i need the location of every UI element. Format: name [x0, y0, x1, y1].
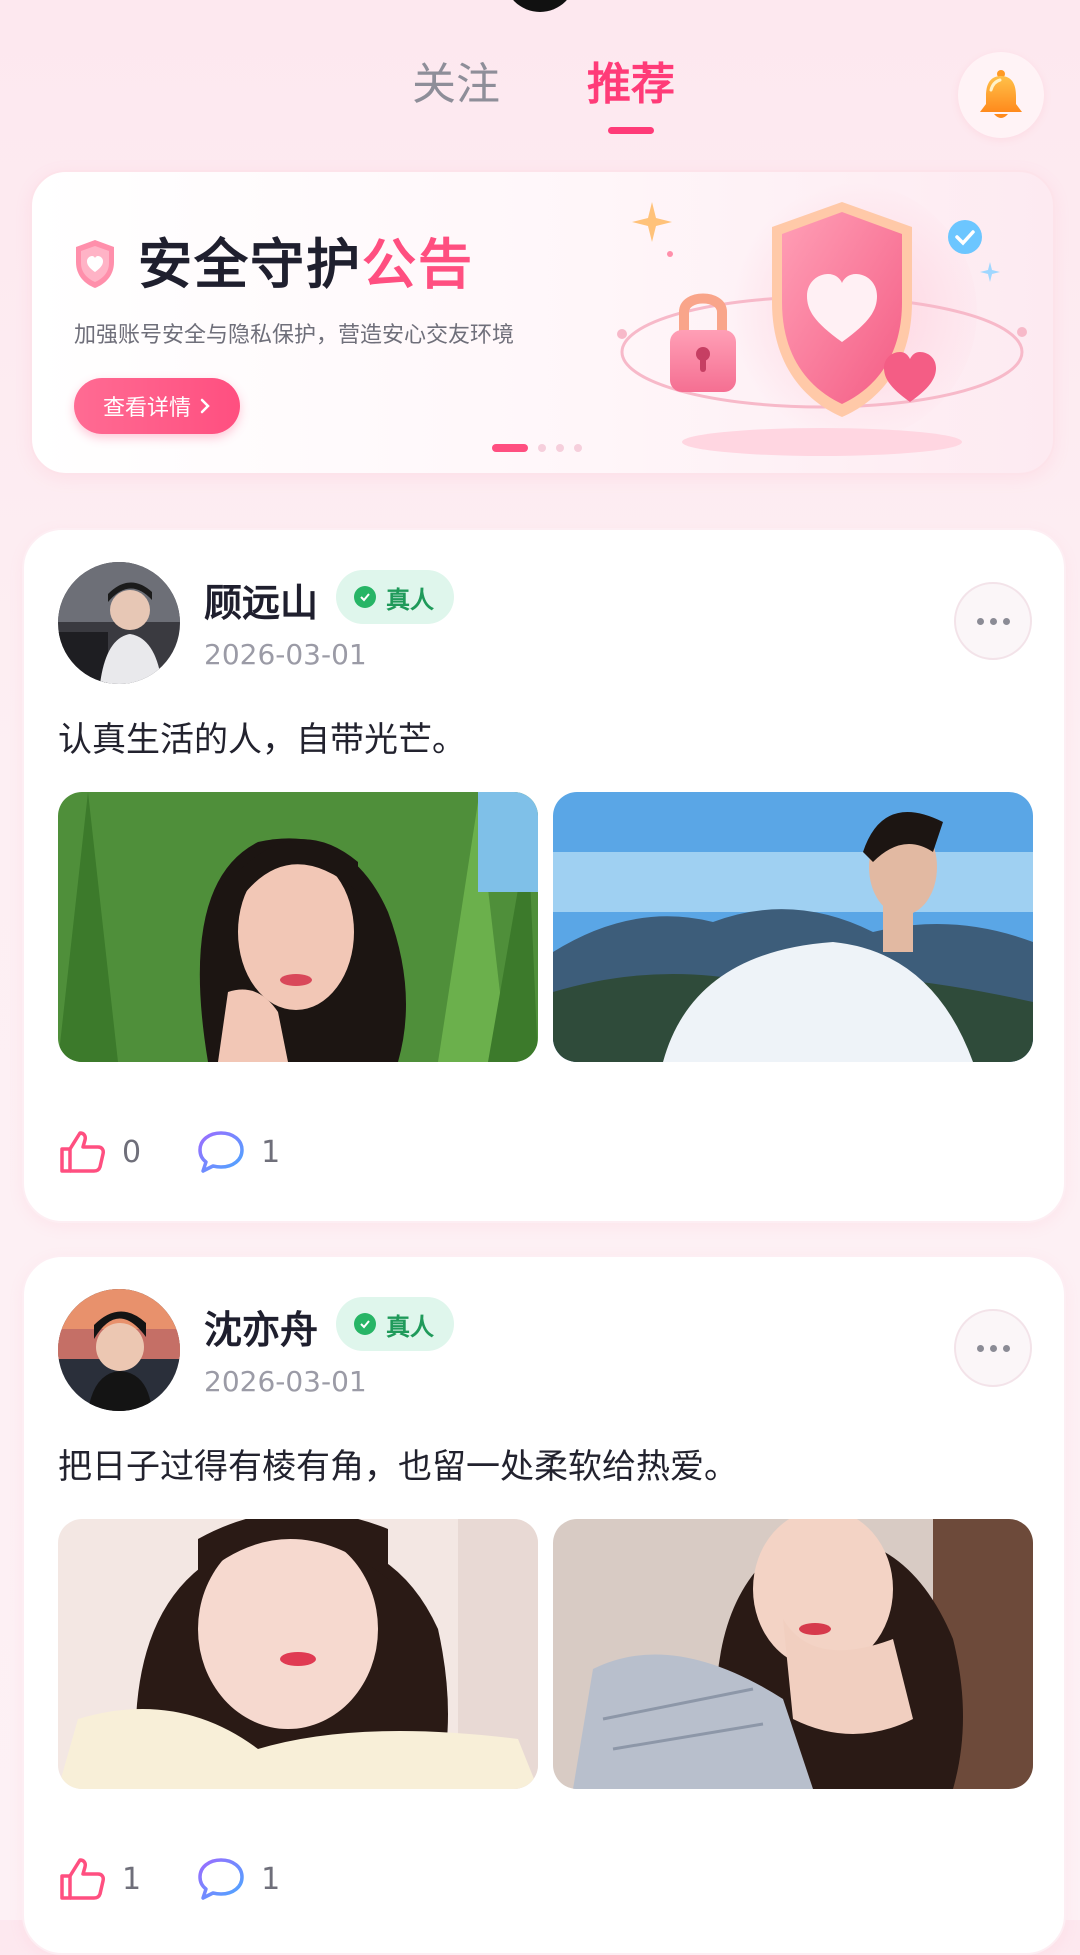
verified-icon	[354, 586, 376, 608]
real-person-badge: 真人	[336, 1297, 454, 1351]
carousel-dot	[574, 444, 582, 452]
post-actions: 0 1	[58, 1120, 336, 1184]
user-name[interactable]: 顾远山	[204, 572, 318, 627]
top-tab-bar: 关注 推荐	[0, 0, 1080, 150]
post-text: 把日子过得有棱有角，也留一处柔软给热爱。	[58, 1447, 738, 1487]
post-photo[interactable]	[553, 1519, 1033, 1789]
post-photo[interactable]	[553, 792, 1033, 1062]
post-photo[interactable]	[58, 792, 538, 1062]
banner-subtitle: 加强账号安全与隐私保护，营造安心交友环境	[74, 323, 515, 348]
tab-recommend[interactable]: 推荐	[587, 55, 675, 115]
post-date: 2026-03-01	[204, 638, 367, 671]
carousel-indicator	[492, 444, 582, 452]
post-card[interactable]: 顾远山 真人 2026-03-01 认真生活的人，自带光芒。 0 1	[22, 528, 1066, 1223]
comment-count: 1	[261, 1861, 281, 1897]
verified-icon	[354, 1313, 376, 1335]
more-options-button[interactable]	[954, 1309, 1032, 1387]
post-photo[interactable]	[58, 1519, 538, 1789]
comment-icon	[198, 1131, 244, 1173]
real-person-badge: 真人	[336, 570, 454, 624]
like-count: 1	[122, 1861, 142, 1897]
user-name[interactable]: 沈亦舟	[204, 1299, 318, 1354]
like-button[interactable]: 1	[58, 1856, 141, 1902]
chevron-right-icon	[200, 398, 210, 414]
security-announcement-banner[interactable]: 安全守护公告 加强账号安全与隐私保护，营造安心交友环境 查看详情	[30, 170, 1055, 475]
comment-button[interactable]: 1	[197, 1856, 280, 1902]
shield-icon	[76, 240, 114, 288]
bell-icon	[980, 70, 1022, 118]
avatar[interactable]	[58, 1289, 180, 1411]
badge-label: 真人	[386, 585, 434, 614]
shield-heart-illustration	[617, 182, 1027, 456]
post-actions: 1 1	[58, 1847, 336, 1911]
badge-label: 真人	[386, 1312, 434, 1341]
carousel-dot	[556, 444, 564, 452]
comment-count: 1	[261, 1134, 281, 1170]
post-card[interactable]: 沈亦舟 真人 2026-03-01 把日子过得有棱有角，也留一处柔软给热爱。 1…	[22, 1255, 1066, 1955]
more-options-button[interactable]	[954, 582, 1032, 660]
thumbs-up-icon	[60, 1858, 105, 1900]
view-details-button[interactable]: 查看详情	[74, 378, 240, 434]
like-button[interactable]: 0	[58, 1129, 141, 1175]
like-count: 0	[122, 1134, 142, 1170]
view-details-label: 查看详情	[102, 396, 191, 421]
comment-button[interactable]: 1	[197, 1129, 280, 1175]
carousel-dot	[538, 444, 546, 452]
notification-button[interactable]	[958, 52, 1044, 138]
thumbs-up-icon	[60, 1131, 105, 1173]
post-date: 2026-03-01	[204, 1365, 367, 1398]
carousel-dot-active	[492, 444, 528, 452]
banner-title: 安全守护公告	[138, 233, 474, 296]
avatar[interactable]	[58, 562, 180, 684]
comment-icon	[198, 1858, 244, 1900]
tab-follow[interactable]: 关注	[412, 55, 500, 115]
post-text: 认真生活的人，自带光芒。	[58, 720, 466, 760]
active-tab-indicator	[608, 127, 654, 134]
